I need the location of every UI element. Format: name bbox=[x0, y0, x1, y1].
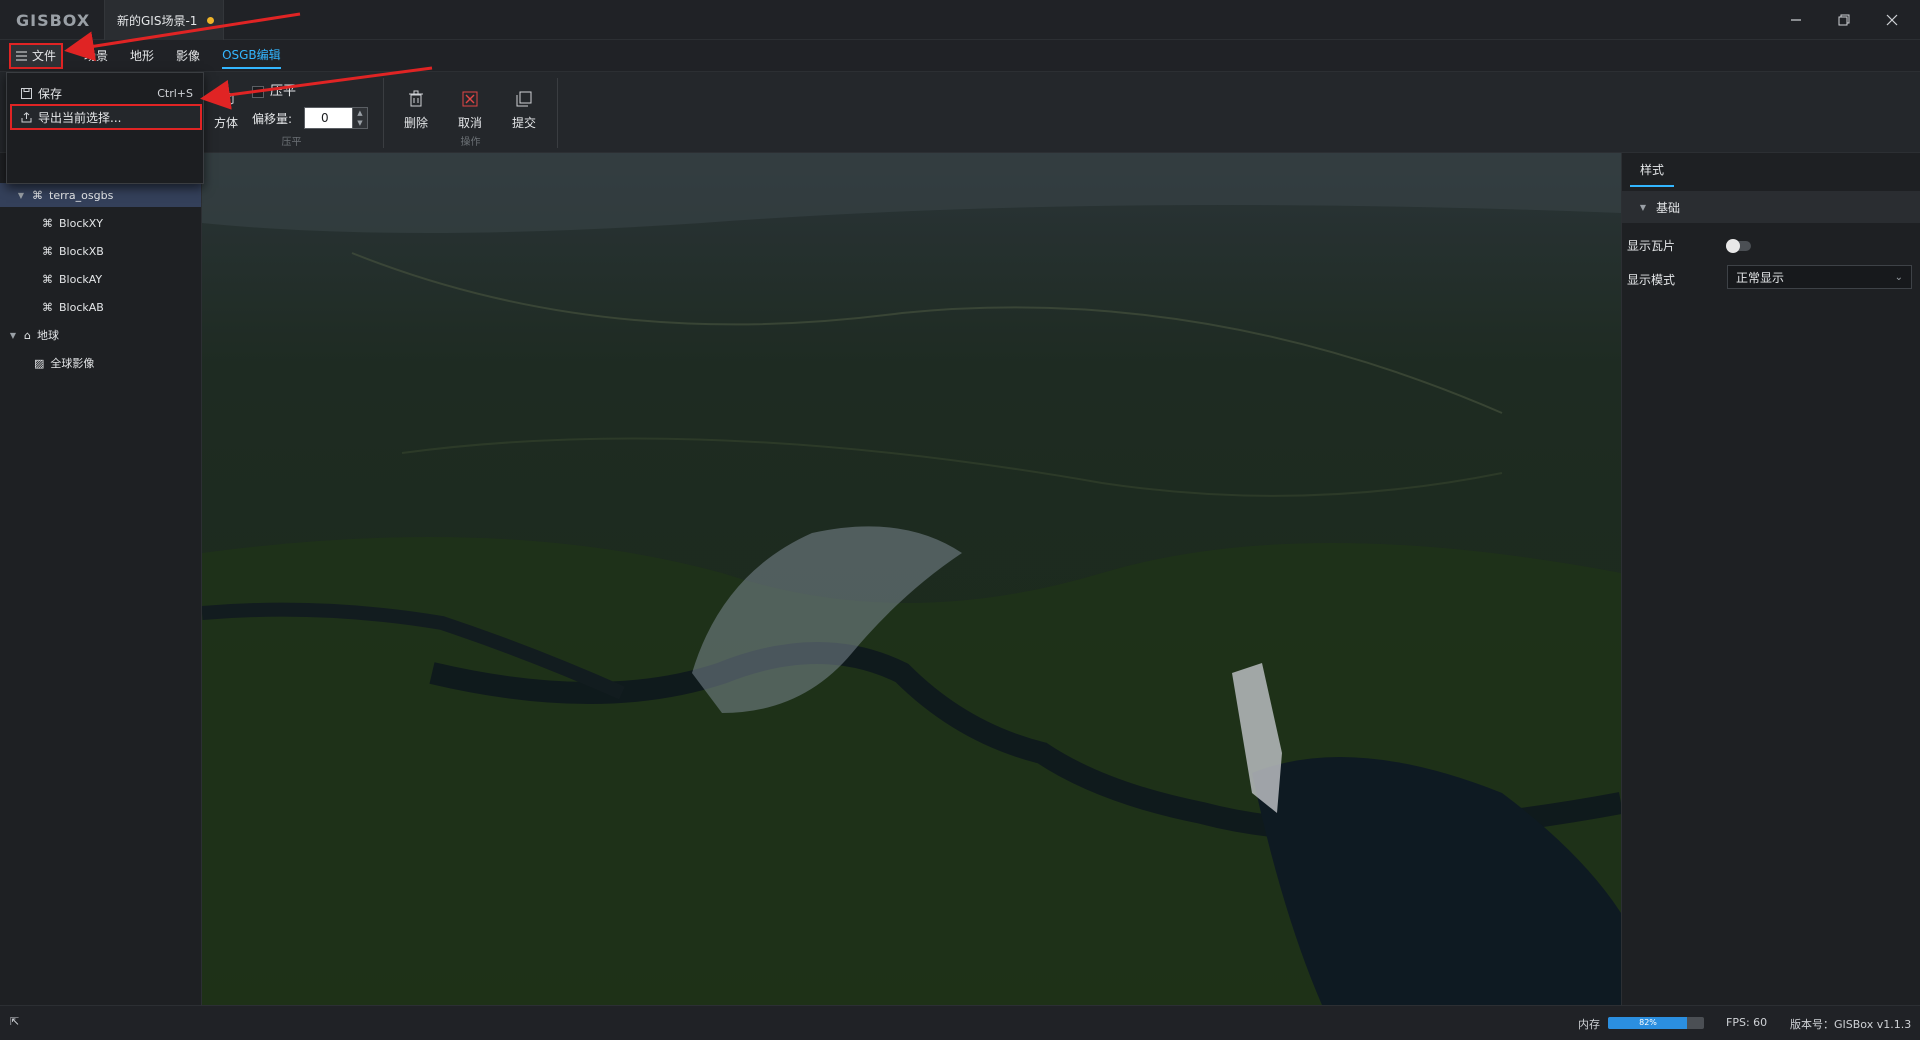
collapse-caret-icon[interactable]: ▼ bbox=[1638, 203, 1648, 212]
tree-item-label: BlockXB bbox=[59, 244, 104, 258]
tab-style[interactable]: 样式 bbox=[1630, 153, 1675, 187]
tree-item-blockay[interactable]: ⌘ BlockAY bbox=[0, 267, 201, 291]
close-icon bbox=[1886, 14, 1898, 26]
submit-button[interactable]: 提交 bbox=[502, 90, 546, 131]
document-tab-title: 新的GIS场景-1 bbox=[117, 13, 198, 28]
toolbar-ribbon: 方体 压平 偏移量: 0 ▲ ▼ 压平 删除 取消 提交 操作 bbox=[0, 72, 1920, 153]
delete-label: 删除 bbox=[403, 116, 428, 130]
tree-item-label: 全球影像 bbox=[50, 357, 95, 370]
menu-terrain[interactable]: 地形 bbox=[130, 43, 154, 68]
flatten-checkbox[interactable] bbox=[252, 85, 264, 98]
terrain-scene bbox=[202, 153, 1621, 1005]
offset-label: 偏移量: bbox=[252, 112, 293, 126]
save-menu-item[interactable]: 保存 Ctrl+S bbox=[11, 81, 201, 105]
unsaved-indicator-icon bbox=[207, 16, 215, 24]
cancel-icon bbox=[462, 91, 478, 107]
expand-caret-icon[interactable]: ▼ bbox=[8, 331, 18, 340]
version-label: 版本号：GISBox v1.1.3 bbox=[1790, 1018, 1912, 1031]
memory-progress-bar: 82% bbox=[1608, 1017, 1704, 1029]
minimize-icon bbox=[1791, 19, 1801, 21]
app-logo: GISBOX bbox=[16, 11, 91, 30]
tree-item-blockxb[interactable]: ⌘ BlockXB bbox=[0, 239, 201, 263]
restore-button[interactable] bbox=[1820, 0, 1868, 40]
file-menu-label: 文件 bbox=[32, 49, 57, 63]
osgb-icon: ⌘ bbox=[42, 244, 53, 258]
menu-osgb-edit[interactable]: OSGB编辑 bbox=[222, 42, 281, 69]
stepper-down-icon[interactable]: ▼ bbox=[357, 119, 362, 127]
tree-item-global-imagery[interactable]: ▨ 全球影像 bbox=[0, 351, 201, 375]
tree-item-label: terra_osgbs bbox=[49, 188, 114, 202]
save-menu-label: 保存 bbox=[38, 86, 63, 101]
basic-section-header[interactable]: ▼ 基础 bbox=[1622, 191, 1920, 223]
operations-group-label: 操作 bbox=[460, 137, 481, 148]
display-mode-select[interactable]: 正常显示 ⌄ bbox=[1727, 265, 1912, 289]
3d-viewport[interactable] bbox=[202, 153, 1621, 1005]
app-window: GISBOX 新的GIS场景-1 文件 场景 地形 影像 OSGB编辑 方体 压… bbox=[0, 0, 1920, 1040]
minimize-button[interactable] bbox=[1772, 0, 1820, 40]
layer-tree-panel: ▼ ⌘ terra_osgbs ⌘ BlockXY ⌘ BlockXB ⌘ Bl… bbox=[0, 153, 202, 1005]
hamburger-icon bbox=[16, 51, 27, 60]
properties-panel: 样式 ▼ 基础 显示瓦片 显示模式 正常显示 ⌄ bbox=[1621, 153, 1920, 1005]
show-tiles-label: 显示瓦片 bbox=[1627, 239, 1676, 253]
menu-scene[interactable]: 场景 bbox=[84, 43, 108, 68]
tree-item-earth[interactable]: ▼ ⌂ 地球 bbox=[0, 323, 201, 347]
menu-bar: 文件 场景 地形 影像 OSGB编辑 bbox=[0, 40, 1920, 72]
tree-item-label: BlockAB bbox=[59, 300, 104, 314]
save-icon bbox=[21, 87, 32, 99]
operations-group: 删除 取消 提交 操作 bbox=[384, 78, 558, 148]
memory-value: 82% bbox=[1639, 1018, 1657, 1027]
menu-imagery[interactable]: 影像 bbox=[176, 43, 200, 68]
offset-stepper[interactable]: ▲ ▼ bbox=[352, 107, 368, 129]
flatten-group: 方体 压平 偏移量: 0 ▲ ▼ 压平 bbox=[200, 78, 384, 148]
trash-icon bbox=[409, 90, 423, 107]
export-icon bbox=[21, 111, 32, 122]
tree-item-label: BlockAY bbox=[59, 272, 103, 286]
flatten-group-label: 压平 bbox=[281, 137, 302, 148]
cancel-label: 取消 bbox=[457, 116, 482, 130]
tree-item-blockxy[interactable]: ⌘ BlockXY bbox=[0, 211, 201, 235]
osgb-icon: ⌘ bbox=[42, 216, 53, 230]
globe-icon: ⌂ bbox=[24, 328, 31, 342]
save-shortcut: Ctrl+S bbox=[157, 86, 193, 100]
restore-icon bbox=[1838, 14, 1850, 26]
flatten-checkbox-row[interactable]: 压平 bbox=[252, 80, 296, 99]
basic-section-title: 基础 bbox=[1656, 200, 1681, 215]
osgb-icon: ⌘ bbox=[42, 300, 53, 314]
export-status-icon[interactable]: ⇱ bbox=[10, 1015, 19, 1028]
export-selection-label: 导出当前选择... bbox=[38, 110, 122, 125]
file-dropdown-menu: 保存 Ctrl+S 导出当前选择... bbox=[6, 72, 204, 184]
image-layer-icon: ▨ bbox=[34, 356, 45, 370]
delete-button[interactable]: 删除 bbox=[394, 90, 438, 131]
display-mode-label: 显示模式 bbox=[1627, 273, 1676, 287]
cube-icon bbox=[218, 91, 234, 107]
osgb-icon: ⌘ bbox=[42, 272, 53, 286]
tree-item-terra-osgbs[interactable]: ▼ ⌘ terra_osgbs bbox=[0, 183, 201, 207]
flatten-label: 压平 bbox=[270, 84, 297, 99]
tree-item-blockab[interactable]: ⌘ BlockAB bbox=[0, 295, 201, 319]
status-bar: ⇱ 内存 82% FPS: 60 版本号：GISBox v1.1.3 bbox=[0, 1005, 1920, 1040]
box-tool-button[interactable]: 方体 bbox=[204, 90, 248, 131]
document-tab[interactable]: 新的GIS场景-1 bbox=[104, 0, 224, 40]
close-window-button[interactable] bbox=[1868, 0, 1916, 40]
box-tool-label: 方体 bbox=[213, 116, 238, 130]
osgb-icon: ⌘ bbox=[32, 188, 43, 202]
display-mode-value: 正常显示 bbox=[1736, 270, 1785, 285]
export-selection-menu-item[interactable]: 导出当前选择... bbox=[10, 104, 202, 130]
file-menu-button[interactable]: 文件 bbox=[8, 42, 64, 69]
tree-item-label: 地球 bbox=[36, 329, 59, 342]
show-tiles-toggle[interactable] bbox=[1726, 239, 1751, 253]
cancel-button[interactable]: 取消 bbox=[448, 90, 492, 131]
submit-icon bbox=[516, 91, 532, 107]
title-bar: GISBOX 新的GIS场景-1 bbox=[0, 0, 1920, 40]
chevron-down-icon: ⌄ bbox=[1894, 271, 1903, 283]
fps-readout: FPS: 60 bbox=[1726, 1016, 1768, 1029]
stepper-up-icon[interactable]: ▲ bbox=[357, 109, 362, 117]
tree-item-label: BlockXY bbox=[59, 216, 104, 230]
submit-label: 提交 bbox=[511, 116, 536, 130]
memory-label: 内存 bbox=[1578, 1018, 1600, 1031]
expand-caret-icon[interactable]: ▼ bbox=[16, 191, 26, 200]
